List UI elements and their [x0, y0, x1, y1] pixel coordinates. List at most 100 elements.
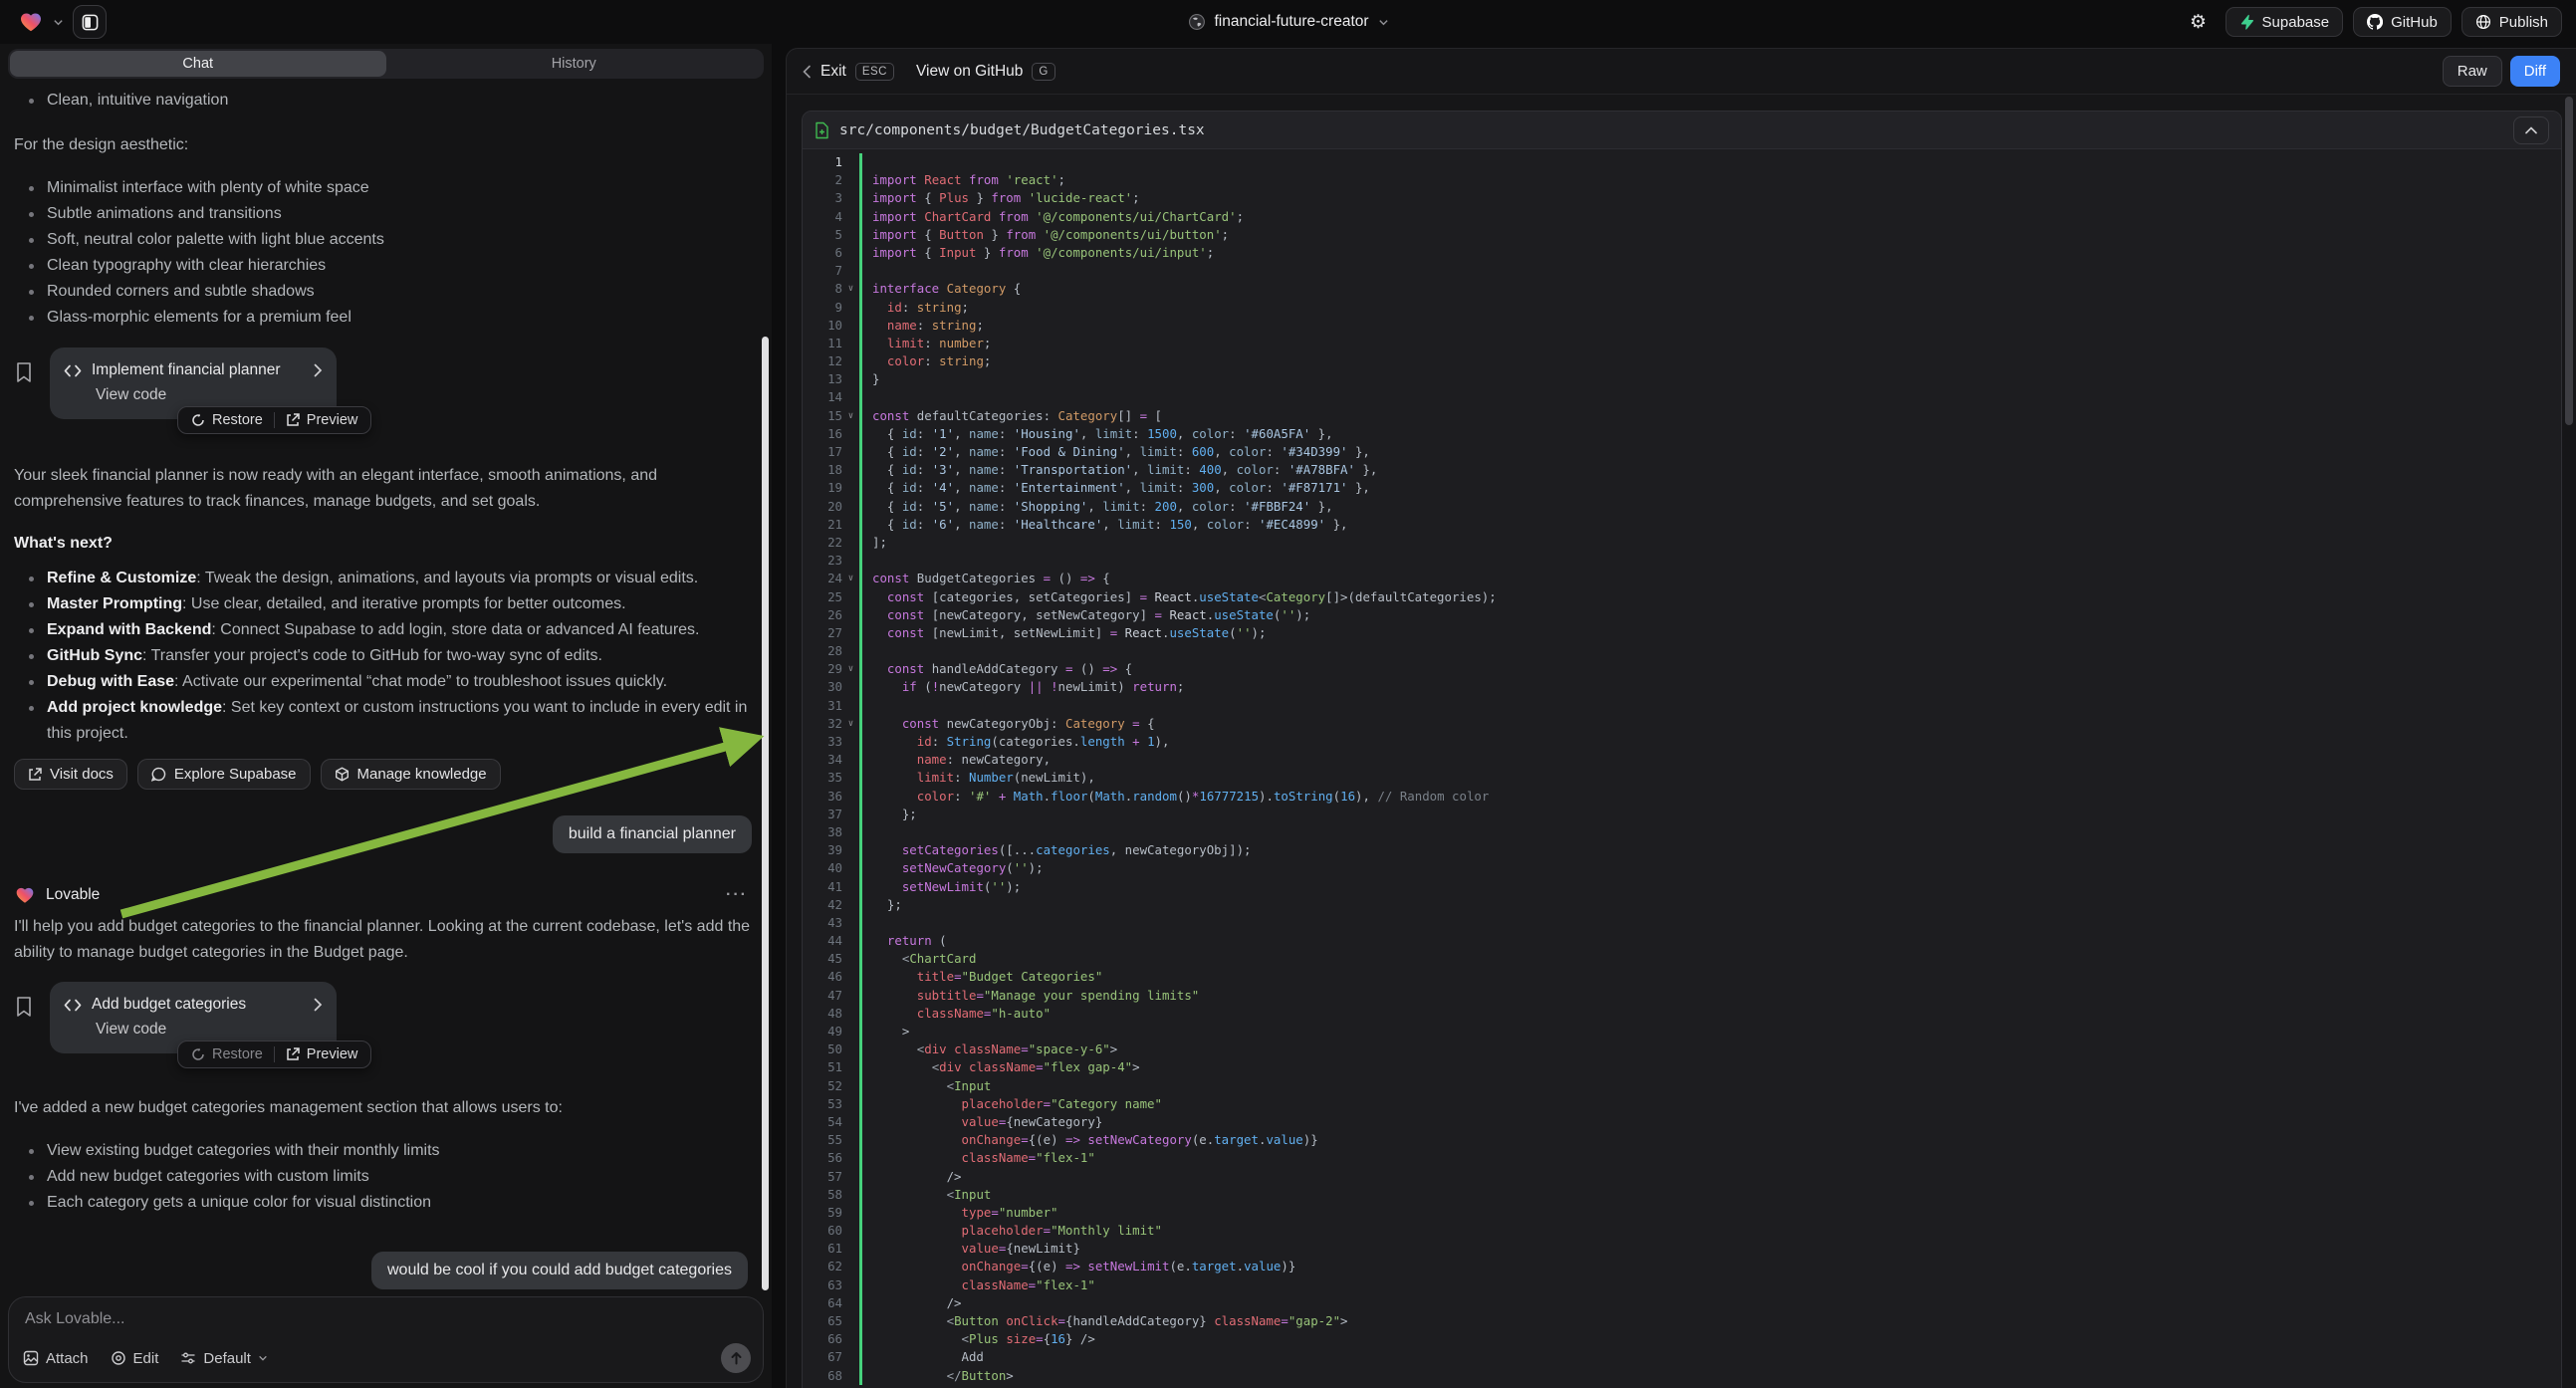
fold-chevron-icon[interactable]: ∨ — [842, 715, 859, 733]
explore-supabase-label: Explore Supabase — [174, 766, 297, 783]
code-line: 10 name: string; — [803, 317, 2561, 335]
project-name[interactable]: financial-future-creator — [1214, 13, 1368, 31]
code-line: 58 <Input — [803, 1186, 2561, 1204]
fold-gutter — [842, 1149, 859, 1167]
list-item: Minimalist interface with plenty of whit… — [14, 175, 758, 201]
line-number: 9 — [803, 299, 842, 317]
edit-mode-button[interactable]: Edit — [111, 1350, 159, 1367]
tab-history[interactable]: History — [386, 51, 763, 77]
fold-chevron-icon[interactable]: ∨ — [842, 660, 859, 678]
code-text — [859, 642, 2561, 660]
list-item: Clean typography with clear hierarchies — [14, 253, 758, 279]
next-step-item: Expand with Backend: Connect Supabase to… — [14, 617, 751, 643]
code-line: 15∨const defaultCategories: Category[] =… — [803, 407, 2561, 425]
code-line: 57 /> — [803, 1168, 2561, 1186]
line-number: 28 — [803, 642, 842, 660]
fold-gutter — [842, 1131, 859, 1149]
visit-docs-label: Visit docs — [50, 766, 114, 783]
code-line: 38 — [803, 823, 2561, 841]
code-text: color: string; — [859, 352, 2561, 370]
code-text: name: string; — [859, 317, 2561, 335]
version-card-add-budget-categories[interactable]: Add budget categories View code Restore — [50, 982, 337, 1053]
line-number: 6 — [803, 244, 842, 262]
settings-gear-icon[interactable]: ⚙ — [2182, 7, 2216, 37]
view-code-link[interactable]: View code — [96, 382, 323, 408]
file-card-header[interactable]: src/components/budget/BudgetCategories.t… — [803, 112, 2561, 149]
supabase-button[interactable]: Supabase — [2225, 7, 2344, 37]
restore-button[interactable]: Restore — [191, 1046, 263, 1062]
mode-selector[interactable]: Default — [180, 1350, 268, 1367]
code-text: className="h-auto" — [859, 1005, 2561, 1023]
chevron-right-icon[interactable] — [314, 363, 323, 377]
chevron-right-icon[interactable] — [314, 998, 323, 1012]
preview-button[interactable]: Preview — [286, 412, 358, 428]
bookmark-icon[interactable] — [14, 996, 34, 1018]
code-line: 19 { id: '4', name: 'Entertainment', lim… — [803, 479, 2561, 497]
next-step-item: Master Prompting: Use clear, detailed, a… — [14, 591, 751, 617]
message-more-icon[interactable]: ··· — [726, 886, 748, 904]
code-line: 53 placeholder="Category name" — [803, 1095, 2561, 1113]
fold-gutter — [842, 1095, 859, 1113]
code-line: 26 const [newCategory, setNewCategory] =… — [803, 606, 2561, 624]
mode-label: Default — [203, 1350, 251, 1367]
line-number: 30 — [803, 678, 842, 696]
code-line: 65 <Button onClick={handleAddCategory} c… — [803, 1312, 2561, 1330]
github-button[interactable]: GitHub — [2353, 7, 2452, 37]
diff-toggle-button[interactable]: Diff — [2510, 56, 2560, 87]
send-button[interactable] — [721, 1343, 751, 1373]
exit-button[interactable]: Exit esc — [803, 63, 894, 81]
line-number: 24 — [803, 570, 842, 587]
code-text: </Button> — [859, 1367, 2561, 1385]
line-number: 46 — [803, 968, 842, 986]
chevron-down-icon[interactable] — [53, 17, 64, 28]
version-card-implement-financial-planner[interactable]: Implement financial planner View code Re… — [50, 347, 337, 419]
view-on-github-button[interactable]: View on GitHub G — [916, 63, 1055, 81]
version-card-actions: Restore Preview — [177, 1041, 371, 1068]
code-line: 2import React from 'react'; — [803, 171, 2561, 189]
code-text: setNewLimit(''); — [859, 878, 2561, 896]
project-chevron-down-icon[interactable] — [1378, 17, 1389, 28]
code-line: 54 value={newCategory} — [803, 1113, 2561, 1131]
visit-docs-button[interactable]: Visit docs — [14, 759, 127, 790]
raw-toggle-button[interactable]: Raw — [2443, 56, 2502, 87]
code-line: 6 import { Input } from '@/components/ui/… — [803, 244, 2561, 262]
code-line: 42 }; — [803, 896, 2561, 914]
collapse-file-button[interactable] — [2513, 116, 2549, 144]
code-text: import { Button } from '@/components/ui/… — [859, 226, 2561, 244]
line-number: 62 — [803, 1258, 842, 1275]
preview-button[interactable]: Preview — [286, 1046, 358, 1062]
code-text: import React from 'react'; — [859, 171, 2561, 189]
fold-gutter — [842, 678, 859, 696]
chat-history-tabs: Chat History — [8, 49, 764, 79]
view-code-link[interactable]: View code — [96, 1017, 323, 1042]
explore-supabase-button[interactable]: Explore Supabase — [137, 759, 311, 790]
lovable-logo-heart-icon[interactable] — [18, 10, 44, 34]
sidebar-toggle-button[interactable] — [73, 5, 107, 39]
restore-icon — [191, 1047, 205, 1061]
fold-gutter — [842, 1113, 859, 1131]
code-text: interface Category { — [859, 280, 2561, 298]
github-icon — [2367, 14, 2383, 30]
fold-chevron-icon[interactable]: ∨ — [842, 570, 859, 587]
line-number: 48 — [803, 1005, 842, 1023]
bookmark-icon[interactable] — [14, 361, 34, 383]
chat-input-placeholder[interactable]: Ask Lovable... — [25, 1310, 747, 1328]
chat-input-box[interactable]: Ask Lovable... Attach Edit Default — [8, 1296, 764, 1383]
fold-chevron-icon[interactable]: ∨ — [842, 407, 859, 425]
chat-panel: Chat History Clean, intuitive navigation… — [0, 44, 772, 1388]
code-text: subtitle="Manage your spending limits" — [859, 987, 2561, 1005]
code-text: import { Plus } from 'lucide-react'; — [859, 189, 2561, 207]
manage-knowledge-button[interactable]: Manage knowledge — [321, 759, 501, 790]
attach-button[interactable]: Attach — [23, 1350, 89, 1367]
fold-gutter — [842, 317, 859, 335]
lovable-heart-icon — [14, 885, 36, 905]
chat-scrollbar[interactable] — [762, 337, 769, 1290]
publish-button[interactable]: Publish — [2461, 7, 2562, 37]
code-line: 29∨ const handleAddCategory = () => { — [803, 660, 2561, 678]
code-line: 43 — [803, 914, 2561, 932]
restore-button[interactable]: Restore — [191, 412, 263, 428]
code-text: import { Input } from '@/components/ui/i… — [859, 244, 2561, 262]
tab-chat[interactable]: Chat — [10, 51, 386, 77]
fold-chevron-icon[interactable]: ∨ — [842, 280, 859, 298]
code-scrollbar[interactable] — [2565, 97, 2573, 425]
